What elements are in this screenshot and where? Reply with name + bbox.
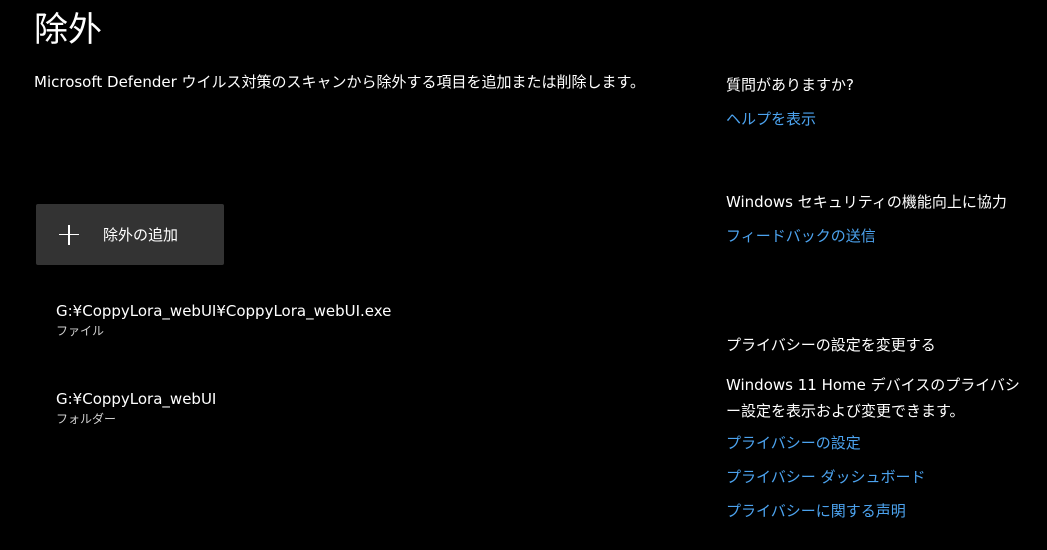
page-title: 除外 (34, 10, 102, 50)
plus-icon (59, 224, 79, 245)
help-heading: 質問がありますか? (726, 76, 854, 94)
help-section: 質問がありますか? ヘルプを表示 (726, 72, 1026, 132)
exclusion-item-file[interactable]: G:¥CoppyLora_webUI¥CoppyLora_webUI.exe フ… (56, 300, 391, 340)
privacy-section: プライバシーの設定を変更する Windows 11 Home デバイスのプライバ… (726, 332, 1026, 524)
privacy-description: Windows 11 Home デバイスのプライバシー設定を表示および変更できま… (726, 376, 1020, 420)
privacy-settings-link[interactable]: プライバシーの設定 (726, 430, 1026, 456)
feedback-heading: Windows セキュリティの機能向上に協力 (726, 193, 1007, 211)
exclusion-type: ファイル (56, 324, 105, 338)
exclusion-type: フォルダー (56, 412, 117, 426)
add-exclusion-button[interactable]: 除外の追加 (36, 204, 224, 265)
give-feedback-link[interactable]: フィードバックの送信 (726, 223, 1026, 249)
exclusion-path: G:¥CoppyLora_webUI (56, 390, 217, 408)
page-description: Microsoft Defender ウイルス対策のスキャンから除外する項目を追… (34, 73, 646, 91)
exclusion-path: G:¥CoppyLora_webUI¥CoppyLora_webUI.exe (56, 302, 392, 320)
privacy-dashboard-link[interactable]: プライバシー ダッシュボード (726, 464, 1026, 490)
privacy-statement-link[interactable]: プライバシーに関する声明 (726, 498, 1026, 524)
privacy-heading: プライバシーの設定を変更する (726, 336, 936, 354)
add-exclusion-label: 除外の追加 (103, 226, 179, 244)
feedback-section: Windows セキュリティの機能向上に協力 フィードバックの送信 (726, 189, 1026, 249)
get-help-link[interactable]: ヘルプを表示 (726, 106, 1026, 132)
exclusion-item-folder[interactable]: G:¥CoppyLora_webUI フォルダー (56, 388, 216, 428)
